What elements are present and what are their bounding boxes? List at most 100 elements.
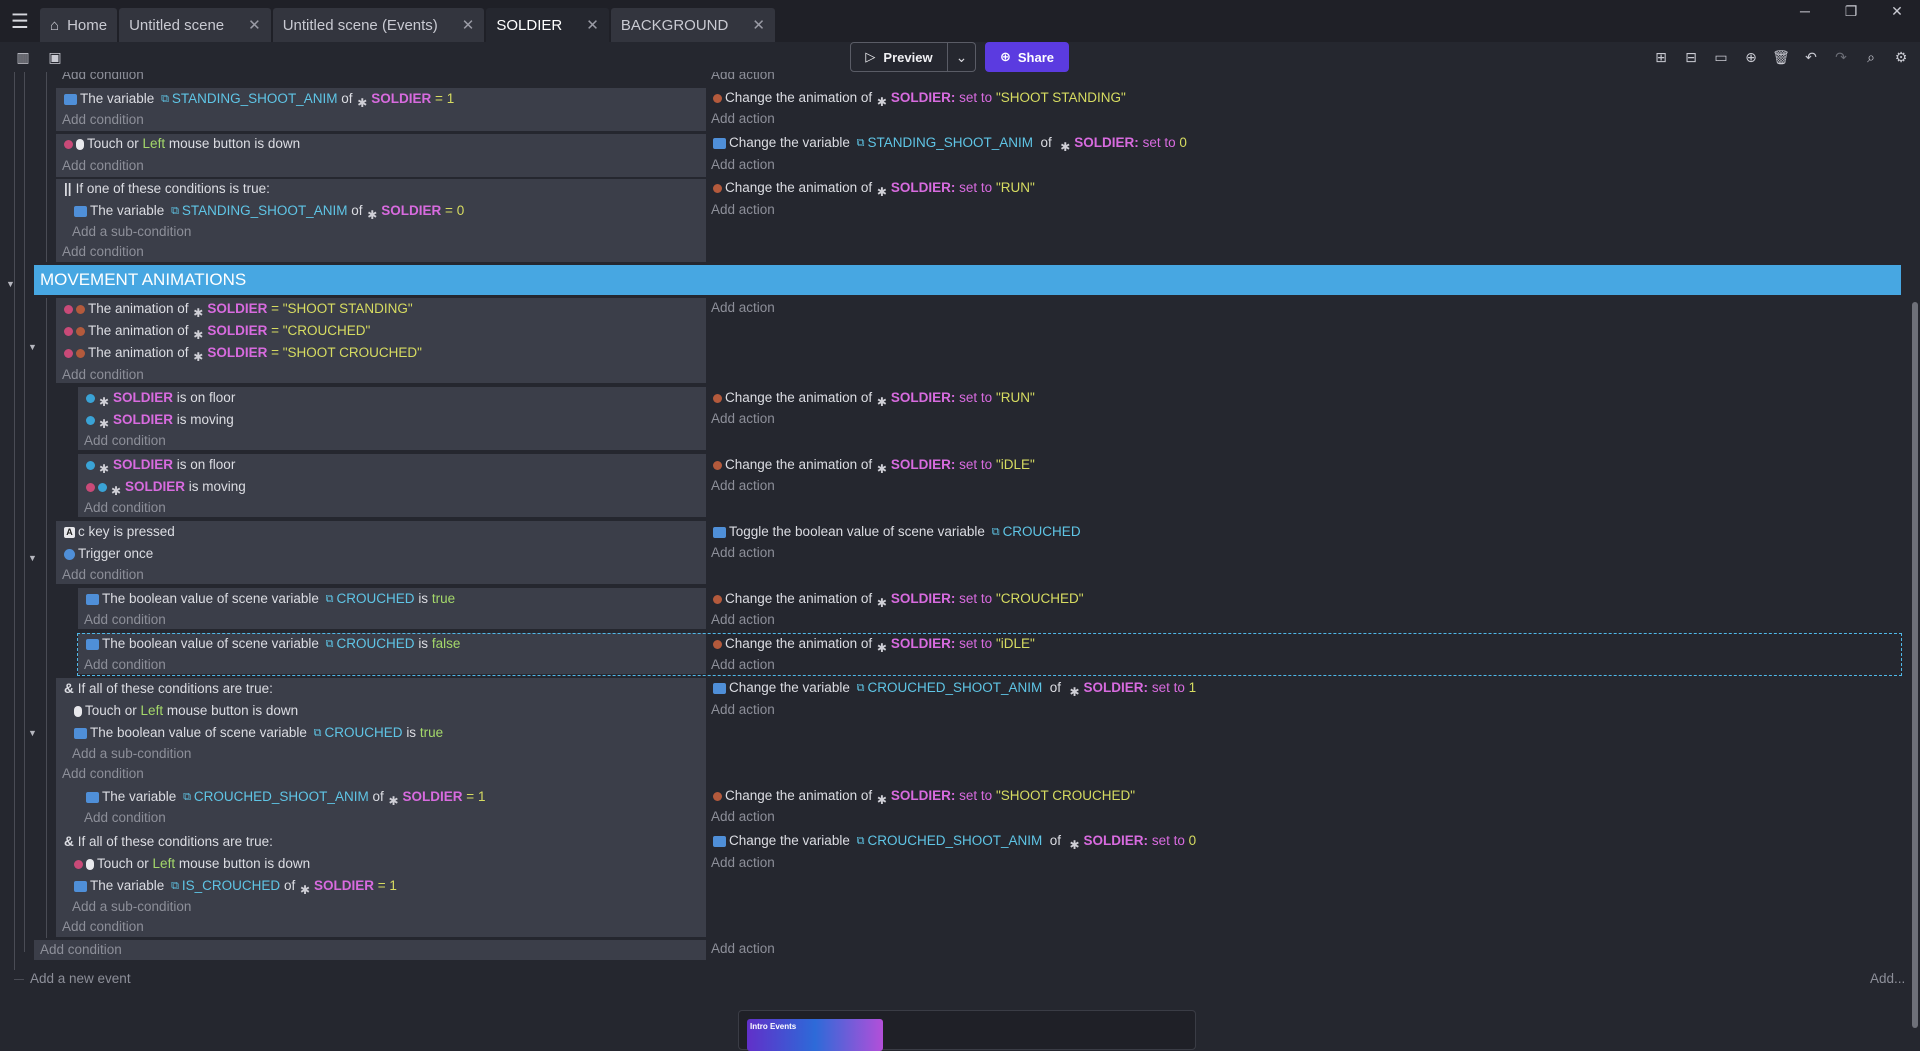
preview-dropdown-button[interactable]: ⌄ (948, 42, 976, 72)
close-icon[interactable]: ✕ (462, 16, 475, 34)
add-condition-link[interactable]: Add condition (62, 918, 144, 936)
condition-row[interactable]: The boolean value of scene variable ⧉ CR… (86, 590, 455, 608)
condition-row[interactable]: ✱ SOLDIER is moving (86, 411, 234, 431)
add-condition-link[interactable]: Add condition (40, 941, 122, 959)
sub-condition-row[interactable]: Touch or Left mouse button is down (74, 702, 298, 720)
condition-row[interactable]: ✱ SOLDIER is moving (86, 478, 246, 498)
add-action-link[interactable]: Add action (711, 940, 775, 958)
action-row[interactable]: Change the variable ⧉ STANDING_SHOOT_ANI… (713, 134, 1187, 154)
tab-background[interactable]: BACKGROUND ✕ (610, 8, 775, 42)
action-row[interactable]: Change the animation of ✱ SOLDIER: set t… (713, 389, 1035, 409)
condition-row[interactable]: Trigger once (64, 545, 153, 563)
condition-row[interactable]: & If all of these conditions are true: (64, 833, 273, 851)
action-row[interactable]: Toggle the boolean value of scene variab… (713, 523, 1081, 541)
collapse-caret-icon[interactable]: ▼ (28, 553, 37, 563)
add-condition-link[interactable]: Add condition (62, 111, 144, 129)
add-condition-link[interactable]: Add condition (84, 432, 166, 450)
add-condition-link[interactable]: Add condition (62, 72, 144, 84)
add-action-link[interactable]: Add action (711, 808, 775, 826)
save-icon[interactable]: ▣ (44, 46, 66, 68)
minimize-icon[interactable]: ─ (1782, 0, 1828, 24)
action-row[interactable]: Change the animation of ✱ SOLDIER: set t… (713, 89, 1126, 109)
sub-condition-row[interactable]: The boolean value of scene variable ⧉ CR… (74, 724, 443, 742)
condition-row[interactable]: ✱ SOLDIER is on floor (86, 389, 235, 409)
delete-icon[interactable]: 🗑 (1770, 46, 1792, 68)
add-action-link[interactable]: Add action (711, 611, 775, 629)
condition-row[interactable]: The variable ⧉ CROUCHED_SHOOT_ANIM of ✱ … (86, 788, 485, 808)
undo-icon[interactable]: ↶ (1800, 46, 1822, 68)
collapse-caret-icon[interactable]: ▼ (28, 342, 37, 352)
preview-button[interactable]: ▷ Preview (850, 42, 948, 72)
add-condition-link[interactable]: Add condition (84, 499, 166, 517)
restore-icon[interactable]: ❐ (1828, 0, 1874, 24)
condition-row[interactable]: || If one of these conditions is true: (64, 180, 270, 198)
add-action-link[interactable]: Add action (711, 72, 775, 84)
condition-row[interactable]: & If all of these conditions are true: (64, 680, 273, 698)
panels-icon[interactable]: ▥ (12, 46, 34, 68)
add-action-link[interactable]: Add action (711, 201, 775, 219)
add-condition-link[interactable]: Add condition (62, 765, 144, 783)
add-action-link[interactable]: Add action (711, 854, 775, 872)
tab-untitled-scene[interactable]: Untitled scene ✕ (119, 8, 271, 42)
close-icon[interactable]: ✕ (586, 16, 599, 34)
collapse-caret-icon[interactable]: ▼ (6, 279, 15, 289)
add-comment-icon[interactable]: ▭ (1710, 46, 1732, 68)
condition-row[interactable]: Touch or Left mouse button is down (64, 135, 300, 153)
collapse-caret-icon[interactable]: ▼ (28, 728, 37, 738)
tab-untitled-scene-events[interactable]: Untitled scene (Events) ✕ (272, 8, 485, 42)
group-header[interactable]: MOVEMENT ANIMATIONS (34, 265, 1901, 295)
action-row[interactable]: Change the animation of ✱ SOLDIER: set t… (713, 179, 1035, 199)
add-event-icon[interactable]: ⊞ (1650, 46, 1672, 68)
condition-row[interactable]: The variable ⧉ STANDING_SHOOT_ANIM of ✱ … (64, 90, 454, 110)
add-action-link[interactable]: Add action (711, 656, 775, 674)
condition-row[interactable]: The animation of ✱ SOLDIER = "CROUCHED" (64, 322, 370, 342)
add-sub-condition-link[interactable]: Add a sub-condition (72, 223, 191, 241)
sub-condition-row[interactable]: The variable ⧉ STANDING_SHOOT_ANIM of ✱ … (74, 202, 464, 222)
menu-icon[interactable]: ☰ (0, 0, 40, 42)
add-sub-event-icon[interactable]: ⊟ (1680, 46, 1702, 68)
action-row[interactable]: Change the animation of ✱ SOLDIER: set t… (713, 456, 1035, 476)
redo-icon[interactable]: ↷ (1830, 46, 1852, 68)
add-action-link[interactable]: Add action (711, 410, 775, 428)
condition-row[interactable]: A c key is pressed (64, 523, 175, 541)
add-sub-condition-link[interactable]: Add a sub-condition (72, 898, 191, 916)
add-condition-link[interactable]: Add condition (84, 809, 166, 827)
condition-row[interactable]: ✱ SOLDIER is on floor (86, 456, 235, 476)
add-condition-link[interactable]: Add condition (62, 566, 144, 584)
sub-condition-row[interactable]: The variable ⧉ IS_CROUCHED of ✱ SOLDIER … (74, 877, 397, 897)
add-sub-condition-link[interactable]: Add a sub-condition (72, 745, 191, 763)
action-row[interactable]: Change the animation of ✱ SOLDIER: set t… (713, 590, 1084, 610)
add-condition-link[interactable]: Add condition (84, 611, 166, 629)
add-condition-link[interactable]: Add condition (62, 366, 144, 384)
action-row[interactable]: Change the variable ⧉ CROUCHED_SHOOT_ANI… (713, 832, 1196, 852)
add-condition-link[interactable]: Add condition (62, 243, 144, 261)
add-plus-icon[interactable]: ⊕ (1740, 46, 1762, 68)
close-window-icon[interactable]: ✕ (1874, 0, 1920, 24)
close-icon[interactable]: ✕ (752, 16, 765, 34)
add-new-event-link[interactable]: Add a new event (30, 970, 131, 988)
tab-home[interactable]: ⌂ Home (40, 8, 118, 42)
condition-row[interactable]: The boolean value of scene variable ⧉ CR… (86, 635, 460, 653)
add-condition-link[interactable]: Add condition (62, 157, 144, 175)
add-menu-link[interactable]: Add... (1870, 970, 1905, 988)
condition-row[interactable]: The animation of ✱ SOLDIER = "SHOOT STAN… (64, 300, 413, 320)
vertical-scrollbar[interactable] (1912, 302, 1918, 1028)
add-action-link[interactable]: Add action (711, 156, 775, 174)
close-icon[interactable]: ✕ (248, 16, 261, 34)
add-action-link[interactable]: Add action (711, 299, 775, 317)
add-condition-link[interactable]: Add condition (84, 656, 166, 674)
search-icon[interactable]: ⌕ (1860, 46, 1882, 68)
action-row[interactable]: Change the animation of ✱ SOLDIER: set t… (713, 787, 1135, 807)
event-conditions[interactable] (34, 940, 706, 960)
settings-icon[interactable]: ⚙ (1890, 46, 1912, 68)
add-action-link[interactable]: Add action (711, 701, 775, 719)
action-row[interactable]: Change the animation of ✱ SOLDIER: set t… (713, 635, 1035, 655)
add-action-link[interactable]: Add action (711, 477, 775, 495)
condition-row[interactable]: The animation of ✱ SOLDIER = "SHOOT CROU… (64, 344, 422, 364)
action-row[interactable]: Change the variable ⧉ CROUCHED_SHOOT_ANI… (713, 679, 1196, 699)
add-action-link[interactable]: Add action (711, 110, 775, 128)
sub-condition-row[interactable]: Touch or Left mouse button is down (74, 855, 310, 873)
share-button[interactable]: ⊕ Share (985, 42, 1069, 72)
intro-popup[interactable]: Intro Events (738, 1010, 1196, 1051)
add-action-link[interactable]: Add action (711, 544, 775, 562)
